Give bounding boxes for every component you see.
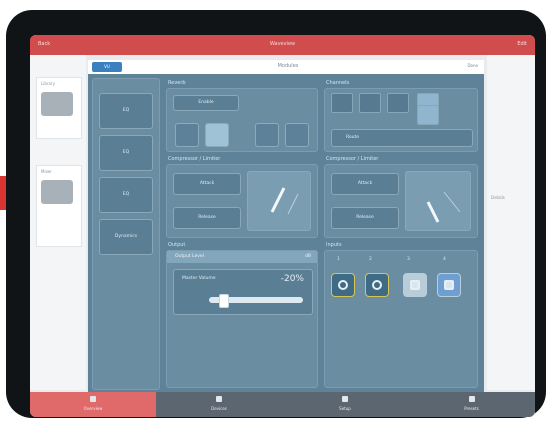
channels-panel: Route bbox=[324, 88, 478, 152]
input-label: 3 bbox=[407, 257, 410, 262]
background-card[interactable]: Library bbox=[36, 77, 82, 139]
output-slider-knob[interactable] bbox=[219, 294, 230, 308]
waveform-icon bbox=[426, 191, 461, 223]
presets-icon bbox=[468, 396, 475, 402]
input-1-button[interactable] bbox=[331, 273, 355, 297]
section-title: Output bbox=[168, 242, 186, 248]
nav-setup[interactable]: Setup bbox=[282, 392, 408, 417]
nav-label: Setup bbox=[339, 406, 351, 411]
channel-cell[interactable] bbox=[417, 105, 439, 125]
section-title: Channels bbox=[326, 80, 350, 86]
section-title: Inputs bbox=[326, 242, 342, 248]
attack-button-label: Attack bbox=[199, 181, 215, 186]
device-thumbnail bbox=[41, 92, 73, 116]
bottom-nav: Overview Devices Setup Presets bbox=[30, 392, 535, 417]
background-right-pane: Details bbox=[487, 55, 535, 390]
module-item[interactable]: EQ bbox=[99, 177, 153, 213]
nav-label: Devices bbox=[211, 406, 227, 411]
input-2-button[interactable] bbox=[365, 273, 389, 297]
release-button-label: Release bbox=[198, 215, 216, 220]
input-label: 4 bbox=[443, 257, 446, 262]
module-item-label: EQ bbox=[122, 150, 130, 155]
nav-devices[interactable]: Devices bbox=[156, 392, 282, 417]
reverb-option[interactable] bbox=[285, 123, 309, 147]
target-icon bbox=[338, 280, 348, 290]
channel-cell[interactable] bbox=[387, 93, 409, 113]
background-card[interactable]: Mixer bbox=[36, 165, 82, 247]
modal-header: VU Modules Done bbox=[88, 60, 484, 74]
output-header-label: Output Level bbox=[175, 254, 204, 259]
section-title: Compressor / Limiter bbox=[168, 156, 221, 162]
reverb-option[interactable] bbox=[255, 123, 279, 147]
module-item-label: EQ bbox=[122, 108, 130, 113]
module-list-panel: EQ EQ EQ Dynamics bbox=[92, 78, 160, 390]
nav-label: Overview bbox=[83, 406, 103, 411]
device-thumbnail bbox=[41, 180, 73, 204]
reverb-panel: Enable bbox=[166, 88, 318, 152]
background-card-label: Mixer bbox=[41, 169, 52, 174]
route-button[interactable]: Route bbox=[331, 129, 473, 147]
app-top-bar: Back Waveview Edit bbox=[30, 35, 535, 55]
compressor-panel-a: Attack Release bbox=[166, 164, 318, 238]
background-right-label: Details bbox=[491, 195, 505, 200]
attack-button-label: Attack bbox=[357, 181, 373, 186]
input-label: 1 bbox=[337, 257, 340, 262]
square-icon bbox=[410, 280, 420, 290]
module-item[interactable]: EQ bbox=[99, 93, 153, 129]
nav-overview[interactable]: Overview bbox=[30, 392, 156, 417]
inputs-panel: 1 2 3 4 bbox=[324, 250, 478, 388]
output-panel: Output Level dB Master Volume -20% bbox=[166, 250, 318, 388]
nav-presets[interactable]: Presets bbox=[408, 392, 535, 417]
master-volume-label: Master Volume bbox=[182, 276, 216, 281]
edit-button[interactable]: Edit bbox=[517, 41, 527, 47]
mode-select[interactable]: VU bbox=[92, 62, 122, 72]
devices-icon bbox=[216, 396, 222, 402]
waveform-preview bbox=[247, 171, 311, 231]
module-item-label: Dynamics bbox=[114, 234, 138, 239]
channel-cell[interactable] bbox=[359, 93, 381, 113]
attack-button[interactable]: Attack bbox=[173, 173, 241, 195]
tablet-bezel: Back Waveview Edit Library Mixer Details… bbox=[6, 10, 546, 418]
attack-button[interactable]: Attack bbox=[331, 173, 399, 195]
input-4-button[interactable] bbox=[437, 273, 461, 297]
module-item-label: EQ bbox=[122, 192, 130, 197]
square-icon bbox=[444, 280, 454, 290]
setup-icon bbox=[342, 396, 348, 402]
target-icon bbox=[372, 280, 382, 290]
nav-label: Presets bbox=[464, 406, 479, 411]
enable-button[interactable]: Enable bbox=[173, 95, 239, 111]
module-item[interactable]: Dynamics bbox=[99, 219, 153, 255]
input-3-button[interactable] bbox=[403, 273, 427, 297]
master-volume-value: -20% bbox=[280, 274, 304, 284]
section-title: Compressor / Limiter bbox=[326, 156, 379, 162]
waveform-preview bbox=[405, 171, 471, 231]
background-card-label: Library bbox=[41, 81, 55, 86]
settings-modal: VU Modules Done EQ EQ EQ Dynamics Reverb… bbox=[88, 60, 484, 392]
route-button-label: Route bbox=[346, 135, 360, 140]
reverb-option[interactable] bbox=[175, 123, 199, 147]
output-panel-header: Output Level dB bbox=[167, 251, 317, 263]
home-icon bbox=[90, 396, 96, 402]
modal-title: Modules bbox=[277, 63, 299, 69]
waveform-icon bbox=[270, 187, 299, 215]
tablet-screen: Back Waveview Edit Library Mixer Details… bbox=[30, 35, 535, 417]
section-title: Reverb bbox=[168, 80, 186, 86]
reverb-option-selected[interactable] bbox=[205, 123, 229, 147]
module-item[interactable]: EQ bbox=[99, 135, 153, 171]
master-volume-control: Master Volume -20% bbox=[173, 269, 313, 315]
output-header-value: dB bbox=[305, 254, 311, 259]
input-label: 2 bbox=[369, 257, 372, 262]
release-button-label: Release bbox=[356, 215, 374, 220]
background-left-pane: Library Mixer bbox=[30, 55, 86, 390]
enable-button-label: Enable bbox=[198, 100, 214, 105]
channel-cell[interactable] bbox=[331, 93, 353, 113]
release-button[interactable]: Release bbox=[173, 207, 241, 229]
compressor-panel-b: Attack Release bbox=[324, 164, 478, 238]
release-button[interactable]: Release bbox=[331, 207, 399, 229]
app-title: Waveview bbox=[269, 41, 296, 47]
done-button[interactable]: Done bbox=[467, 63, 478, 68]
